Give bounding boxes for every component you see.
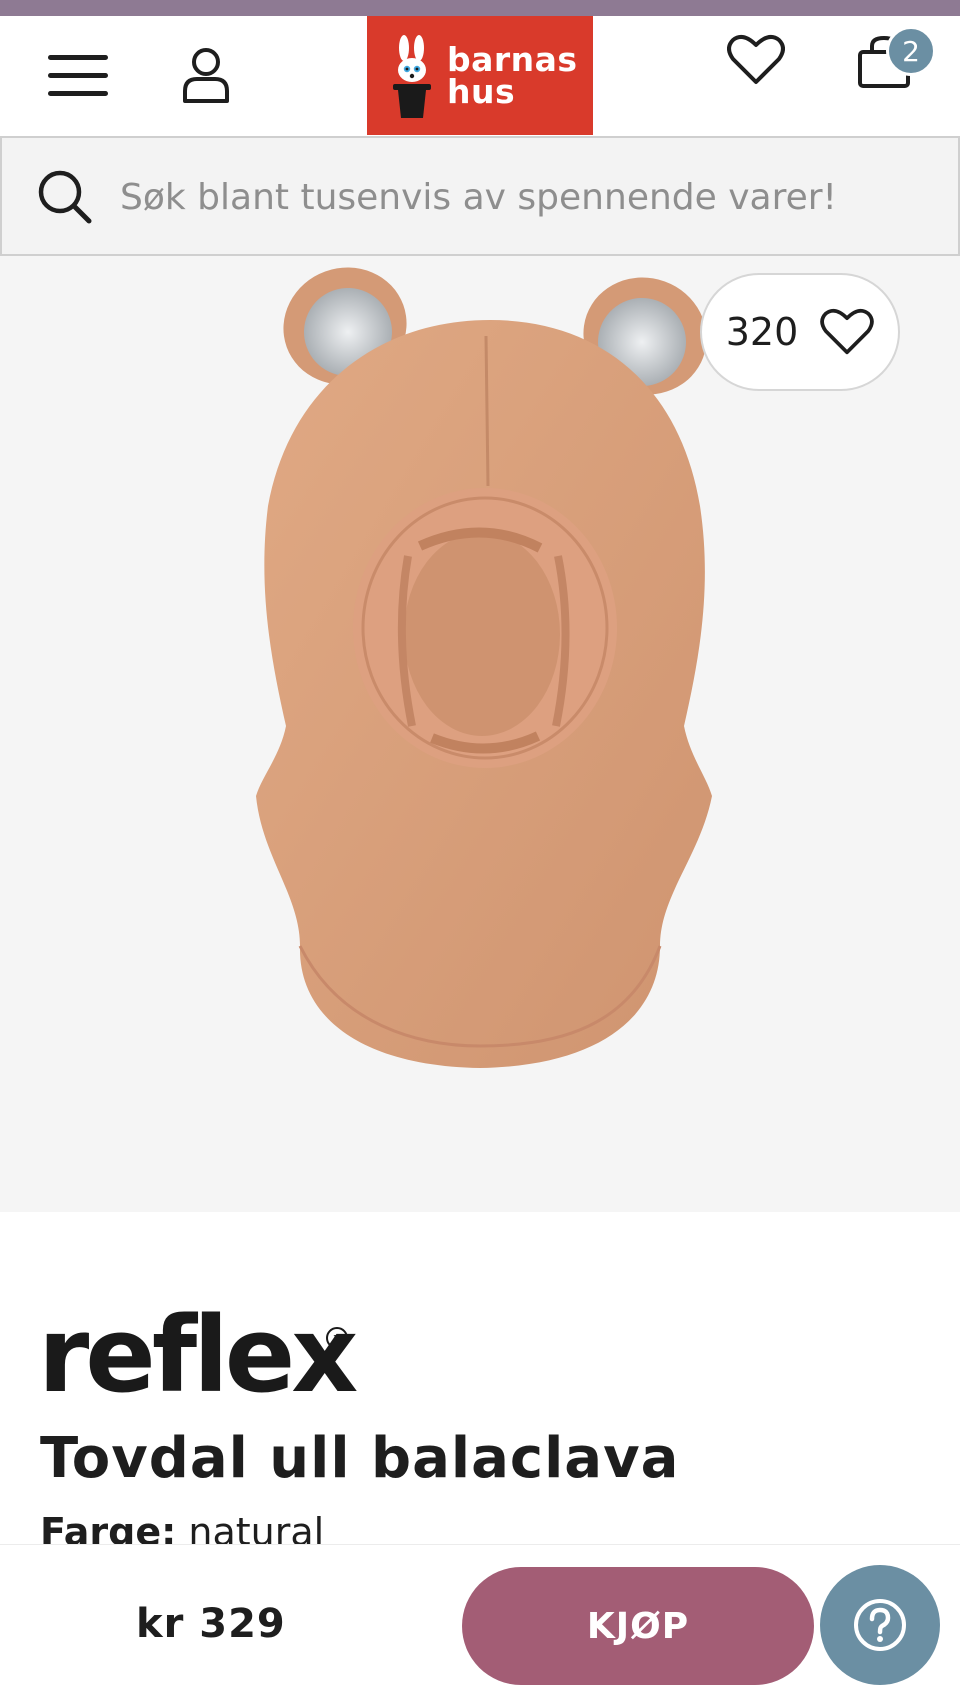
wishlist-button[interactable] (716, 24, 796, 96)
bunny-logo-icon (393, 35, 431, 118)
trademark-icon: ™ (326, 1327, 348, 1349)
search-icon (38, 170, 92, 224)
question-mark-icon (854, 1599, 906, 1651)
account-button[interactable] (170, 40, 242, 112)
cart-count-badge: 2 (886, 26, 936, 76)
search-bar[interactable] (0, 136, 960, 256)
search-input[interactable] (120, 166, 920, 228)
hamburger-menu-icon (48, 55, 108, 96)
balaclava-product-photo (256, 267, 712, 1068)
like-counter-button[interactable]: 320 (700, 273, 900, 391)
purchase-bar: kr 329 KJØP (0, 1544, 960, 1704)
logo-wordmark: barnas hus (447, 40, 578, 111)
svg-text:™: ™ (333, 1335, 342, 1345)
buy-button[interactable]: KJØP (462, 1567, 814, 1685)
brand-logo[interactable]: reflex (38, 1300, 358, 1410)
help-button[interactable] (820, 1565, 940, 1685)
color-label: Farge: (40, 1510, 177, 1544)
user-icon (183, 48, 229, 103)
menu-button[interactable] (38, 46, 118, 106)
top-accent-strip (0, 0, 960, 16)
heart-icon (727, 34, 785, 84)
color-value: natural (188, 1510, 325, 1544)
product-price: kr 329 (136, 1601, 286, 1647)
product-color: Farge: natural (40, 1504, 940, 1544)
product-title: Tovdal ull balaclava (40, 1426, 680, 1491)
site-logo[interactable]: barnas hus (367, 16, 593, 135)
heart-icon (820, 308, 875, 355)
like-count: 320 (725, 310, 799, 354)
product-image[interactable] (0, 256, 960, 1212)
